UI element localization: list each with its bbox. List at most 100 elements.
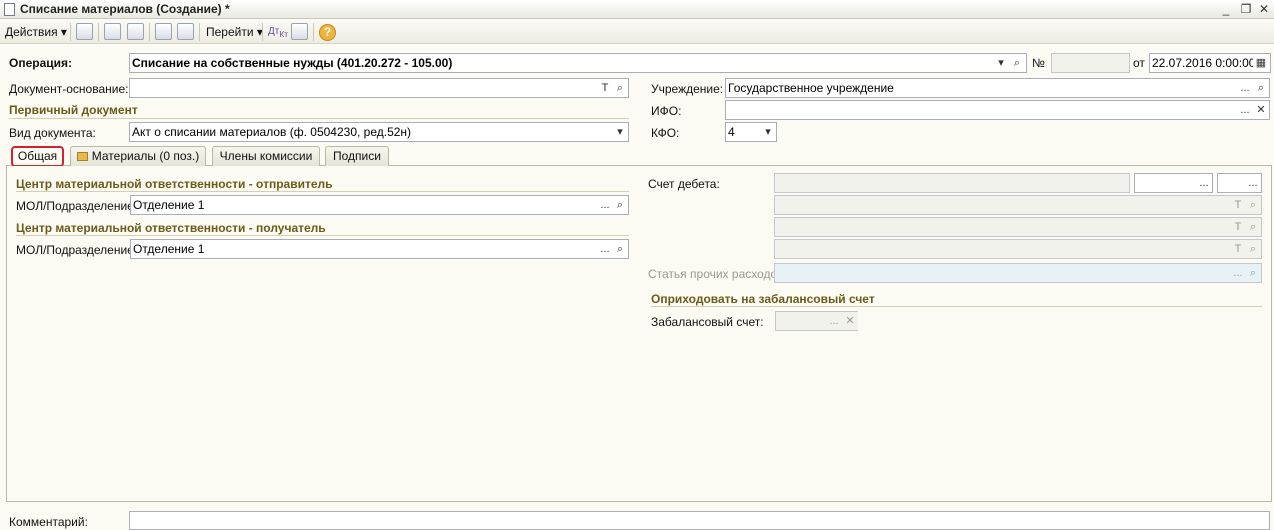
institution-search-icon[interactable]: ⌕: [1253, 79, 1269, 97]
restore-button[interactable]: ❐: [1238, 1, 1254, 17]
debit-account-field[interactable]: [774, 173, 1130, 193]
debit-extra-select-icon[interactable]: ...: [1245, 174, 1261, 192]
primary-doc-section-title: Первичный документ: [9, 103, 138, 117]
text-t-icon[interactable]: T: [597, 79, 613, 97]
ifo-label: ИФО:: [651, 104, 682, 118]
tab-highlight-marker: [11, 146, 64, 167]
search-icon[interactable]: ⌕: [1245, 240, 1261, 258]
other-expenses-select-icon[interactable]: ...: [1230, 264, 1246, 282]
section-divider: [9, 118, 629, 119]
sender-mol-field[interactable]: Отделение 1: [130, 195, 629, 215]
other-expenses-search-icon[interactable]: ⌕: [1245, 264, 1261, 282]
base-doc-label: Документ-основание:: [9, 82, 129, 96]
offbalance-select-icon[interactable]: ...: [826, 312, 842, 330]
ifo-clear-icon[interactable]: ✕: [1253, 101, 1269, 119]
post-icon[interactable]: [76, 23, 93, 40]
text-t-icon[interactable]: T: [1230, 218, 1246, 236]
text-t-icon[interactable]: T: [1230, 196, 1246, 214]
sender-mol-label: МОЛ/Подразделение:: [16, 199, 138, 213]
sender-mol-select-icon[interactable]: ...: [597, 196, 613, 214]
receiver-section-title: Центр материальной ответственности - пол…: [16, 221, 326, 235]
debit-subconto-1[interactable]: [774, 195, 1262, 215]
section-divider: [16, 235, 629, 236]
operation-value: Списание на собственные нужды (401.20.27…: [132, 56, 453, 70]
institution-value: Государственное учреждение: [728, 81, 894, 95]
number-label: №: [1032, 56, 1045, 70]
toolbar-separator: [199, 23, 200, 41]
fill-icon[interactable]: [155, 23, 172, 40]
doc-type-field[interactable]: Акт о списании материалов (ф. 0504230, р…: [129, 122, 629, 142]
base-doc-search-icon[interactable]: ⌕: [612, 79, 628, 97]
goto-menu-label: Перейти: [206, 25, 254, 39]
toolbar-separator: [149, 23, 150, 41]
operation-label: Операция:: [9, 56, 73, 70]
help-icon[interactable]: ?: [319, 24, 336, 41]
operation-field[interactable]: Списание на собственные нужды (401.20.27…: [129, 53, 1027, 73]
toolbar-separator: [262, 23, 263, 41]
kfo-label: КФО:: [651, 126, 680, 140]
actions-menu-label: Действия: [5, 25, 58, 39]
debit-account-label: Счет дебета:: [648, 177, 720, 191]
table-icon: [76, 152, 88, 161]
tab-signatures[interactable]: Подписи: [325, 146, 389, 166]
goto-menu[interactable]: Перейти ▾: [206, 24, 263, 40]
offbalance-section-title: Оприходовать на забалансовый счет: [651, 292, 875, 306]
search-icon[interactable]: ⌕: [1245, 196, 1261, 214]
window-titlebar: Списание материалов (Создание) * _ ❐ ✕: [0, 0, 1274, 19]
close-button[interactable]: ✕: [1256, 1, 1272, 17]
sender-section-title: Центр материальной ответственности - отп…: [16, 177, 333, 191]
calendar-icon[interactable]: ▦: [1253, 54, 1269, 72]
sender-mol-value: Отделение 1: [133, 198, 205, 212]
doc-type-dropdown-icon[interactable]: ▾: [612, 123, 628, 141]
sender-mol-search-icon[interactable]: ⌕: [612, 196, 628, 214]
debit-kosgu-select-icon[interactable]: ...: [1196, 174, 1212, 192]
comment-label: Комментарий:: [9, 515, 88, 529]
toolbar: Действия ▾ Перейти ▾ ДтКт ?: [0, 20, 1274, 44]
receiver-mol-search-icon[interactable]: ⌕: [612, 240, 628, 258]
other-expenses-label: Статья прочих расходов:: [648, 267, 787, 281]
base-doc-field[interactable]: [129, 78, 629, 98]
minimize-button[interactable]: _: [1218, 1, 1234, 17]
toolbar-separator: [70, 23, 71, 41]
institution-field[interactable]: Государственное учреждение: [725, 78, 1270, 98]
section-divider: [651, 306, 1262, 307]
date-label: от: [1133, 56, 1145, 70]
tab-materials[interactable]: Материалы (0 поз.): [70, 146, 206, 166]
ifo-field[interactable]: [725, 100, 1270, 120]
receiver-mol-label: МОЛ/Подразделение: [16, 243, 134, 257]
institution-select-icon[interactable]: ...: [1237, 79, 1253, 97]
text-t-icon[interactable]: T: [1230, 240, 1246, 258]
doc-type-value: Акт о списании материалов (ф. 0504230, р…: [132, 125, 412, 139]
add-icon[interactable]: [127, 23, 144, 40]
operation-dropdown-icon[interactable]: ▾: [993, 54, 1009, 72]
window-title: Списание материалов (Создание) *: [20, 2, 230, 16]
journal-icon[interactable]: [291, 23, 308, 40]
section-divider: [16, 191, 629, 192]
kfo-dropdown-icon[interactable]: ▾: [760, 123, 776, 141]
document-icon: [4, 3, 15, 16]
comment-field[interactable]: [129, 511, 1270, 530]
operation-search-icon[interactable]: ⌕: [1009, 54, 1025, 72]
institution-label: Учреждение:: [651, 82, 724, 96]
debit-subconto-3[interactable]: [774, 239, 1262, 259]
actions-menu[interactable]: Действия ▾: [5, 24, 67, 40]
debit-credit-icon[interactable]: ДтКт: [268, 24, 288, 40]
print-icon[interactable]: [177, 23, 194, 40]
debit-subconto-2[interactable]: [774, 217, 1262, 237]
tab-commission[interactable]: Члены комиссии: [212, 146, 320, 166]
copy-icon[interactable]: [104, 23, 121, 40]
kfo-value: 4: [728, 125, 735, 139]
toolbar-separator: [98, 23, 99, 41]
date-value: 22.07.2016 0:00:00: [1152, 56, 1256, 70]
offbalance-clear-icon[interactable]: ✕: [842, 312, 858, 330]
search-icon[interactable]: ⌕: [1245, 218, 1261, 236]
receiver-mol-field[interactable]: Отделение 1: [130, 239, 629, 259]
receiver-mol-value: Отделение 1: [133, 242, 205, 256]
chevron-down-icon: ▾: [60, 25, 67, 39]
number-field[interactable]: [1051, 53, 1130, 73]
receiver-mol-select-icon[interactable]: ...: [597, 240, 613, 258]
offbalance-account-label: Забалансовый счет:: [651, 315, 764, 329]
ifo-select-icon[interactable]: ...: [1237, 101, 1253, 119]
tab-materials-label: Материалы (0 поз.): [91, 149, 200, 163]
other-expenses-field[interactable]: [774, 263, 1262, 283]
